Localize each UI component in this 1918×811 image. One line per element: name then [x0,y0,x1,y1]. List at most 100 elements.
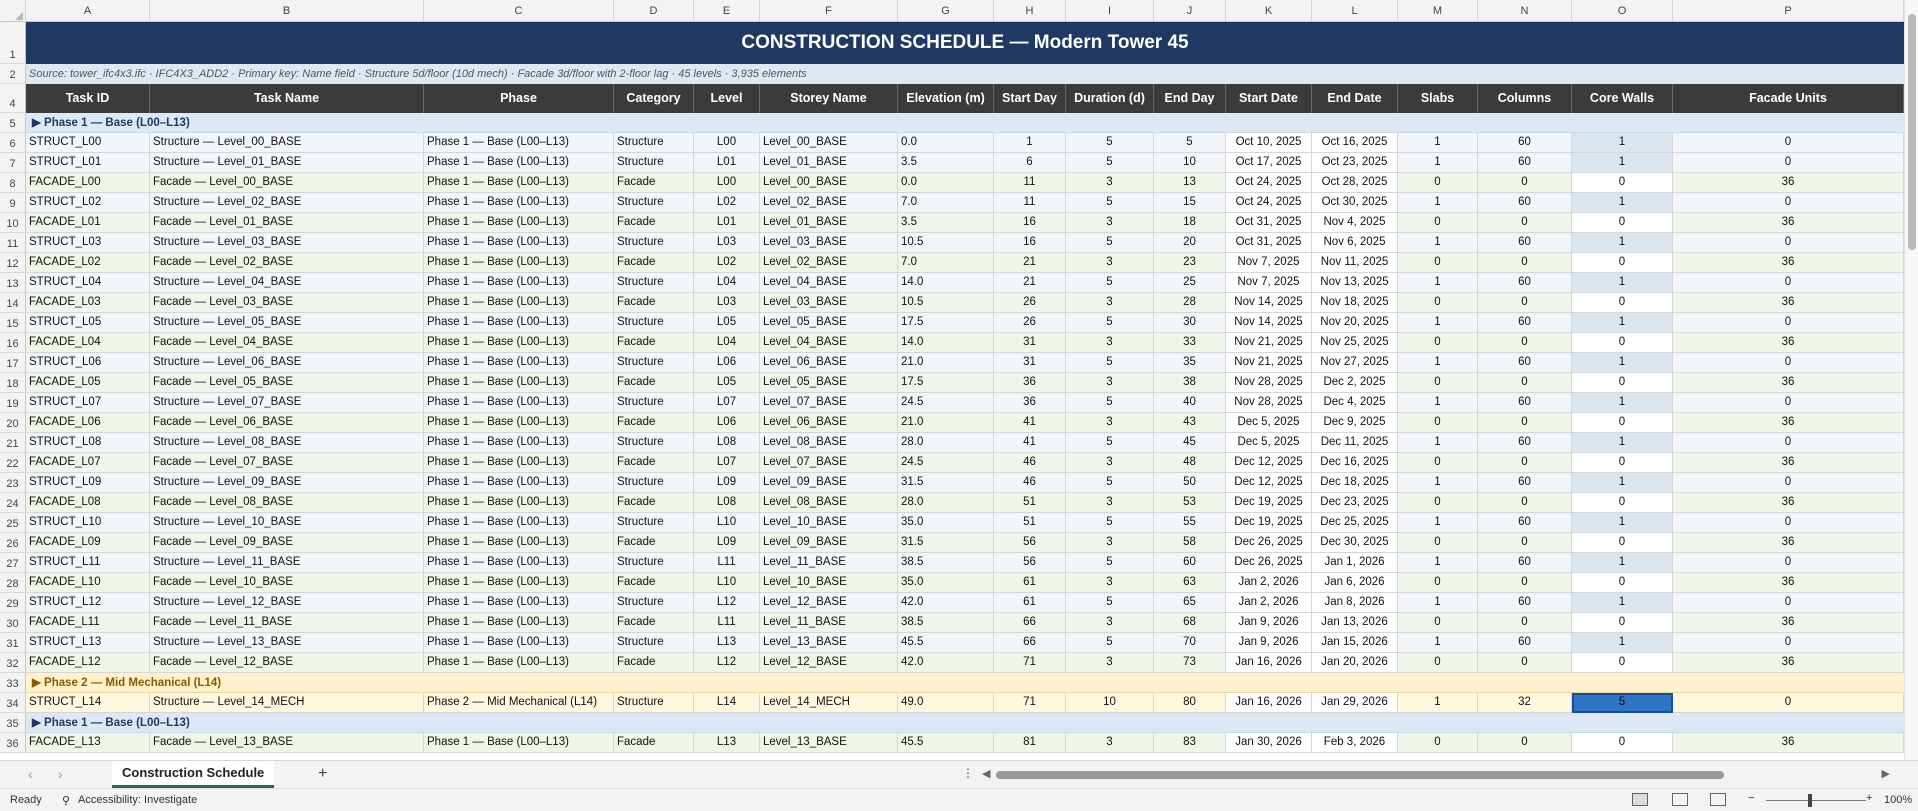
cell-end-date[interactable]: Jan 6, 2026 [1312,573,1398,593]
cell-level[interactable]: L00 [694,133,760,153]
cell-task-name[interactable]: Facade — Level_06_BASE [150,413,424,433]
cell-start-date[interactable]: Nov 21, 2025 [1226,353,1312,373]
cell-duration[interactable]: 3 [1066,613,1154,633]
cell-elevation[interactable]: 7.0 [898,253,994,273]
cell-task-name[interactable]: Structure — Level_12_BASE [150,593,424,613]
cell-core-walls[interactable]: 5 [1572,693,1673,713]
cell-slabs[interactable]: 1 [1398,313,1478,333]
cell-facade-units[interactable]: 36 [1673,493,1904,513]
cell-slabs[interactable]: 1 [1398,353,1478,373]
row-header-19[interactable]: 19 [0,393,26,413]
cell-elevation[interactable]: 10.5 [898,233,994,253]
header-elevation[interactable]: Elevation (m) [898,84,994,113]
cell-core-walls[interactable]: 0 [1572,733,1673,753]
cell-columns[interactable]: 0 [1478,253,1572,273]
cell-start-day[interactable]: 41 [994,413,1066,433]
cell-start-day[interactable]: 16 [994,233,1066,253]
cell-phase[interactable]: Phase 1 — Base (L00–L13) [424,293,614,313]
cell-columns[interactable]: 0 [1478,653,1572,673]
cell-duration[interactable]: 3 [1066,533,1154,553]
cell-start-date[interactable]: Dec 5, 2025 [1226,433,1312,453]
cell-facade-units[interactable]: 0 [1673,473,1904,493]
cell-start-date[interactable]: Oct 10, 2025 [1226,133,1312,153]
cell-end-date[interactable]: Oct 16, 2025 [1312,133,1398,153]
column-header-b[interactable]: B [150,0,424,22]
cell-start-day[interactable]: 21 [994,273,1066,293]
cell-columns[interactable]: 0 [1478,533,1572,553]
scroll-left-icon[interactable]: ◀ [982,767,990,780]
header-end-date[interactable]: End Date [1312,84,1398,113]
cell-task-id[interactable]: FACADE_L12 [26,653,150,673]
cell-end-date[interactable]: Jan 15, 2026 [1312,633,1398,653]
cell-duration[interactable]: 5 [1066,593,1154,613]
cell-phase[interactable]: Phase 1 — Base (L00–L13) [424,353,614,373]
vertical-scroll-thumb[interactable] [1908,14,1916,250]
cell-level[interactable]: L06 [694,413,760,433]
cell-start-day[interactable]: 61 [994,593,1066,613]
select-all-corner[interactable] [0,0,26,22]
cell-slabs[interactable]: 1 [1398,393,1478,413]
cell-slabs[interactable]: 0 [1398,173,1478,193]
row-header-1[interactable]: 1 [0,22,26,64]
cell-columns[interactable]: 0 [1478,333,1572,353]
cell-elevation[interactable]: 14.0 [898,273,994,293]
cell-start-day[interactable]: 56 [994,533,1066,553]
header-level[interactable]: Level [694,84,760,113]
column-header-k[interactable]: K [1226,0,1312,22]
cell-end-day[interactable]: 20 [1154,233,1226,253]
row-header-21[interactable]: 21 [0,433,26,453]
cell-duration[interactable]: 5 [1066,633,1154,653]
sheet-title[interactable]: CONSTRUCTION SCHEDULE — Modern Tower 45 [26,22,1904,64]
cell-facade-units[interactable]: 36 [1673,293,1904,313]
cell-level[interactable]: L12 [694,653,760,673]
cell-task-name[interactable]: Structure — Level_08_BASE [150,433,424,453]
cell-storey-name[interactable]: Level_10_BASE [760,513,898,533]
cell-core-walls[interactable]: 1 [1572,593,1673,613]
cell-columns[interactable]: 0 [1478,613,1572,633]
row-header-8[interactable]: 8 [0,173,26,193]
cell-storey-name[interactable]: Level_06_BASE [760,413,898,433]
row-header-31[interactable]: 31 [0,633,26,653]
cell-task-id[interactable]: FACADE_L08 [26,493,150,513]
cell-elevation[interactable]: 7.0 [898,193,994,213]
cell-end-day[interactable]: 38 [1154,373,1226,393]
cell-category[interactable]: Facade [614,213,694,233]
cell-task-name[interactable]: Structure — Level_01_BASE [150,153,424,173]
cell-slabs[interactable]: 1 [1398,633,1478,653]
cell-end-day[interactable]: 48 [1154,453,1226,473]
cell-category[interactable]: Facade [614,173,694,193]
cell-task-name[interactable]: Structure — Level_10_BASE [150,513,424,533]
cell-level[interactable]: L08 [694,433,760,453]
row-header-20[interactable]: 20 [0,413,26,433]
cell-task-id[interactable]: STRUCT_L04 [26,273,150,293]
cell-start-day[interactable]: 26 [994,313,1066,333]
cell-task-id[interactable]: FACADE_L00 [26,173,150,193]
cell-task-name[interactable]: Facade — Level_07_BASE [150,453,424,473]
row-header-36[interactable]: 36 [0,733,26,753]
cell-start-date[interactable]: Dec 5, 2025 [1226,413,1312,433]
cell-category[interactable]: Facade [614,533,694,553]
cell-level[interactable]: L13 [694,733,760,753]
cell-columns[interactable]: 60 [1478,273,1572,293]
cell-columns[interactable]: 0 [1478,493,1572,513]
cell-slabs[interactable]: 0 [1398,533,1478,553]
cell-columns[interactable]: 0 [1478,453,1572,473]
cell-slabs[interactable]: 0 [1398,333,1478,353]
cell-end-date[interactable]: Dec 30, 2025 [1312,533,1398,553]
cell-start-day[interactable]: 46 [994,473,1066,493]
cell-start-day[interactable]: 11 [994,193,1066,213]
spreadsheet-grid[interactable]: ABCDEFGHIJKLMNOP 1 CONSTRUCTION SCHEDULE … [0,0,1918,760]
cell-category[interactable]: Structure [614,313,694,333]
cell-facade-units[interactable]: 0 [1673,233,1904,253]
cell-end-day[interactable]: 15 [1154,193,1226,213]
cell-category[interactable]: Facade [614,293,694,313]
column-header-l[interactable]: L [1312,0,1398,22]
cell-level[interactable]: L12 [694,593,760,613]
cell-columns[interactable]: 32 [1478,693,1572,713]
cell-category[interactable]: Structure [614,593,694,613]
cell-end-day[interactable]: 33 [1154,333,1226,353]
cell-level[interactable]: L09 [694,533,760,553]
cell-duration[interactable]: 5 [1066,353,1154,373]
cell-start-day[interactable]: 41 [994,433,1066,453]
row-header-28[interactable]: 28 [0,573,26,593]
